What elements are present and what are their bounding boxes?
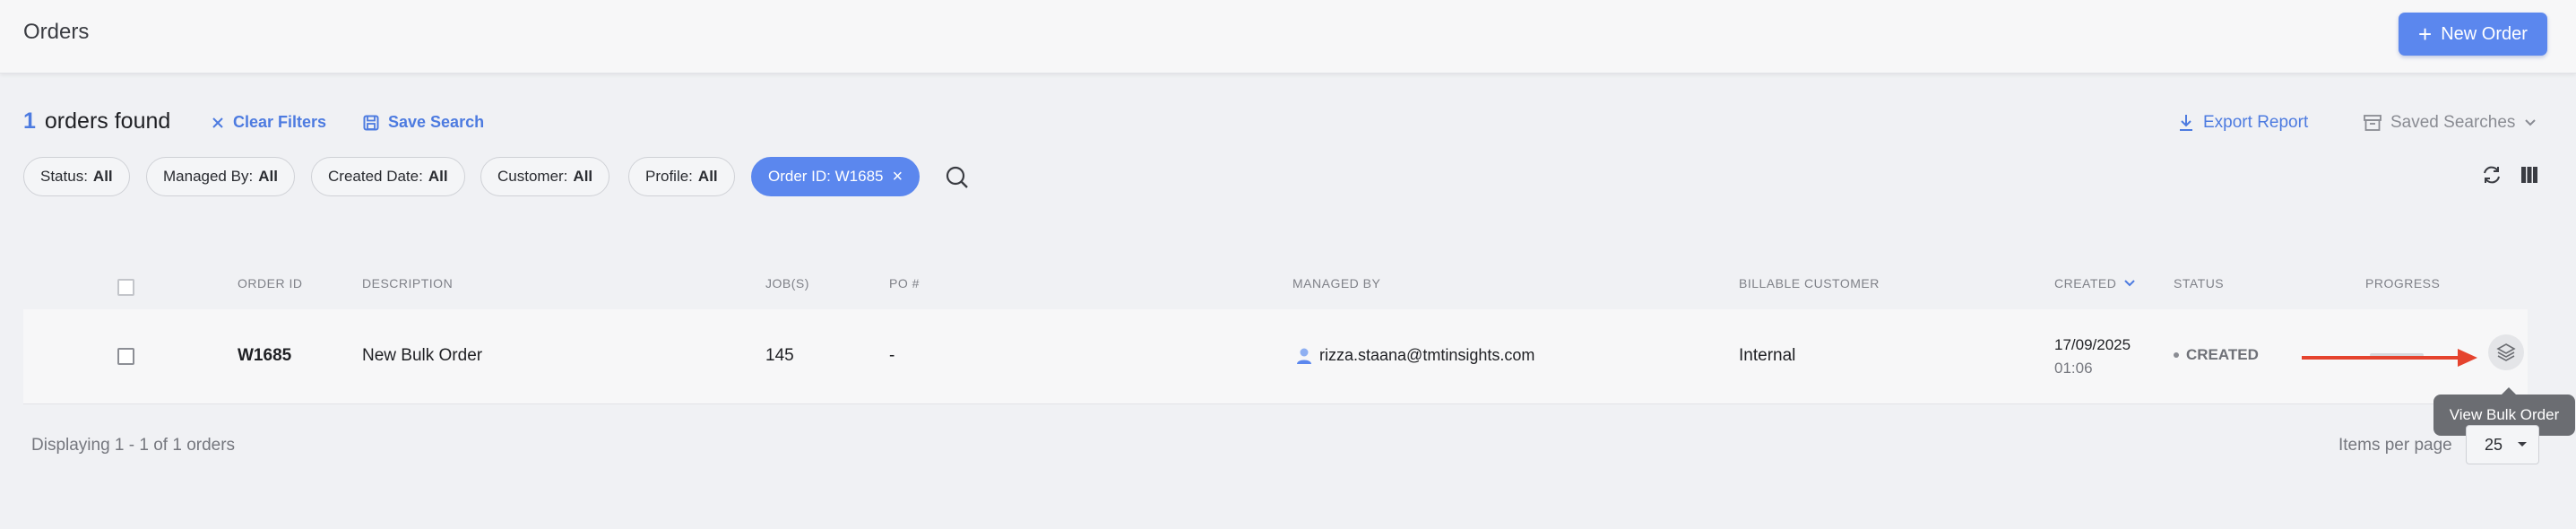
filter-chip-managed-by[interactable]: Managed By: All <box>146 157 295 196</box>
remove-filter-icon[interactable]: × <box>893 167 903 187</box>
col-description[interactable]: DESCRIPTION <box>362 276 453 291</box>
filter-value: All <box>428 168 448 185</box>
description-cell: New Bulk Order <box>362 346 483 365</box>
po-cell: - <box>889 346 895 365</box>
col-jobs[interactable]: JOB(S) <box>765 276 809 291</box>
columns-icon[interactable] <box>2517 162 2542 187</box>
filter-value: All <box>92 168 113 185</box>
billable-customer-cell: Internal <box>1739 346 1796 365</box>
filter-label: Created Date: <box>328 168 423 185</box>
select-all-checkbox[interactable] <box>117 279 134 296</box>
created-cell: 17/09/2025 01:06 <box>2054 336 2131 377</box>
filter-label: Customer: <box>497 168 568 185</box>
sort-desc-icon <box>2124 280 2136 287</box>
filter-label: Status: <box>40 168 88 185</box>
save-search-label: Save Search <box>388 113 485 131</box>
clear-filters-link[interactable]: Clear Filters <box>212 113 326 132</box>
active-filter-label: Order ID: W1685 <box>768 168 884 185</box>
filter-value: All <box>258 168 278 185</box>
status-dot <box>2174 352 2179 358</box>
annotation-arrow <box>2302 349 2477 367</box>
layers-icon <box>2496 343 2516 361</box>
search-icon[interactable] <box>943 163 972 192</box>
save-icon <box>363 115 379 130</box>
view-bulk-order-button[interactable] <box>2488 334 2524 370</box>
items-per-page-label: Items per page <box>2338 436 2452 455</box>
caret-down-icon <box>2518 442 2528 447</box>
managed-by-cell: rizza.staana@tmtinsights.com <box>1296 346 1534 365</box>
items-per-page-select[interactable]: 25 <box>2466 425 2539 464</box>
save-search-link[interactable]: Save Search <box>363 113 484 132</box>
download-icon <box>2180 115 2192 131</box>
saved-searches-dropdown[interactable]: Saved Searches <box>2364 113 2537 133</box>
export-report-link[interactable]: Export Report <box>2178 113 2308 133</box>
orders-count: 1 <box>23 108 36 134</box>
status-label: CREATED <box>2186 346 2259 363</box>
displaying-count: Displaying 1 - 1 of 1 orders <box>31 436 236 455</box>
orders-found: 1 orders found <box>23 108 170 134</box>
clear-filters-label: Clear Filters <box>233 113 327 131</box>
saved-searches-label: Saved Searches <box>2390 113 2516 132</box>
filter-chip-profile[interactable]: Profile: All <box>628 157 735 196</box>
chevron-down-icon <box>2525 119 2537 126</box>
archive-icon <box>2364 115 2382 131</box>
new-order-button[interactable]: + New Order <box>2399 13 2547 56</box>
col-po[interactable]: PO # <box>889 276 920 291</box>
order-id-cell[interactable]: W1685 <box>238 346 291 366</box>
filter-chip-customer[interactable]: Customer: All <box>480 157 610 196</box>
col-order-id[interactable]: ORDER ID <box>238 276 302 291</box>
managed-by-email: rizza.staana@tmtinsights.com <box>1319 346 1535 364</box>
col-managed-by[interactable]: MANAGED BY <box>1292 276 1380 291</box>
col-created-label: CREATED <box>2054 276 2117 291</box>
close-icon <box>212 117 223 128</box>
jobs-cell: 145 <box>765 346 794 365</box>
filter-value: All <box>573 168 593 185</box>
plus-icon: + <box>2418 21 2433 48</box>
filter-chip-created-date[interactable]: Created Date: All <box>311 157 465 196</box>
col-billable-customer[interactable]: BILLABLE CUSTOMER <box>1739 276 1880 291</box>
created-date: 17/09/2025 <box>2054 336 2131 353</box>
orders-found-label: orders found <box>44 108 171 134</box>
user-icon <box>1297 348 1311 364</box>
top-bar: Orders + New Order <box>0 0 2576 74</box>
status-badge: CREATED <box>2174 346 2259 364</box>
col-progress: PROGRESS <box>2365 276 2441 291</box>
new-order-label: New Order <box>2441 23 2528 44</box>
row-checkbox[interactable] <box>117 348 134 365</box>
refresh-icon[interactable] <box>2479 162 2504 187</box>
filter-chip-status[interactable]: Status: All <box>23 157 130 196</box>
filter-value: All <box>697 168 718 185</box>
created-time: 01:06 <box>2054 360 2093 377</box>
col-created[interactable]: CREATED <box>2054 276 2136 291</box>
filter-chip-order-id[interactable]: Order ID: W1685 × <box>751 157 921 196</box>
page-title: Orders <box>23 20 90 44</box>
col-status[interactable]: STATUS <box>2174 276 2224 291</box>
filter-label: Managed By: <box>163 168 254 185</box>
items-per-page-value: 25 <box>2485 435 2503 454</box>
export-report-label: Export Report <box>2203 113 2309 132</box>
filter-label: Profile: <box>645 168 693 185</box>
